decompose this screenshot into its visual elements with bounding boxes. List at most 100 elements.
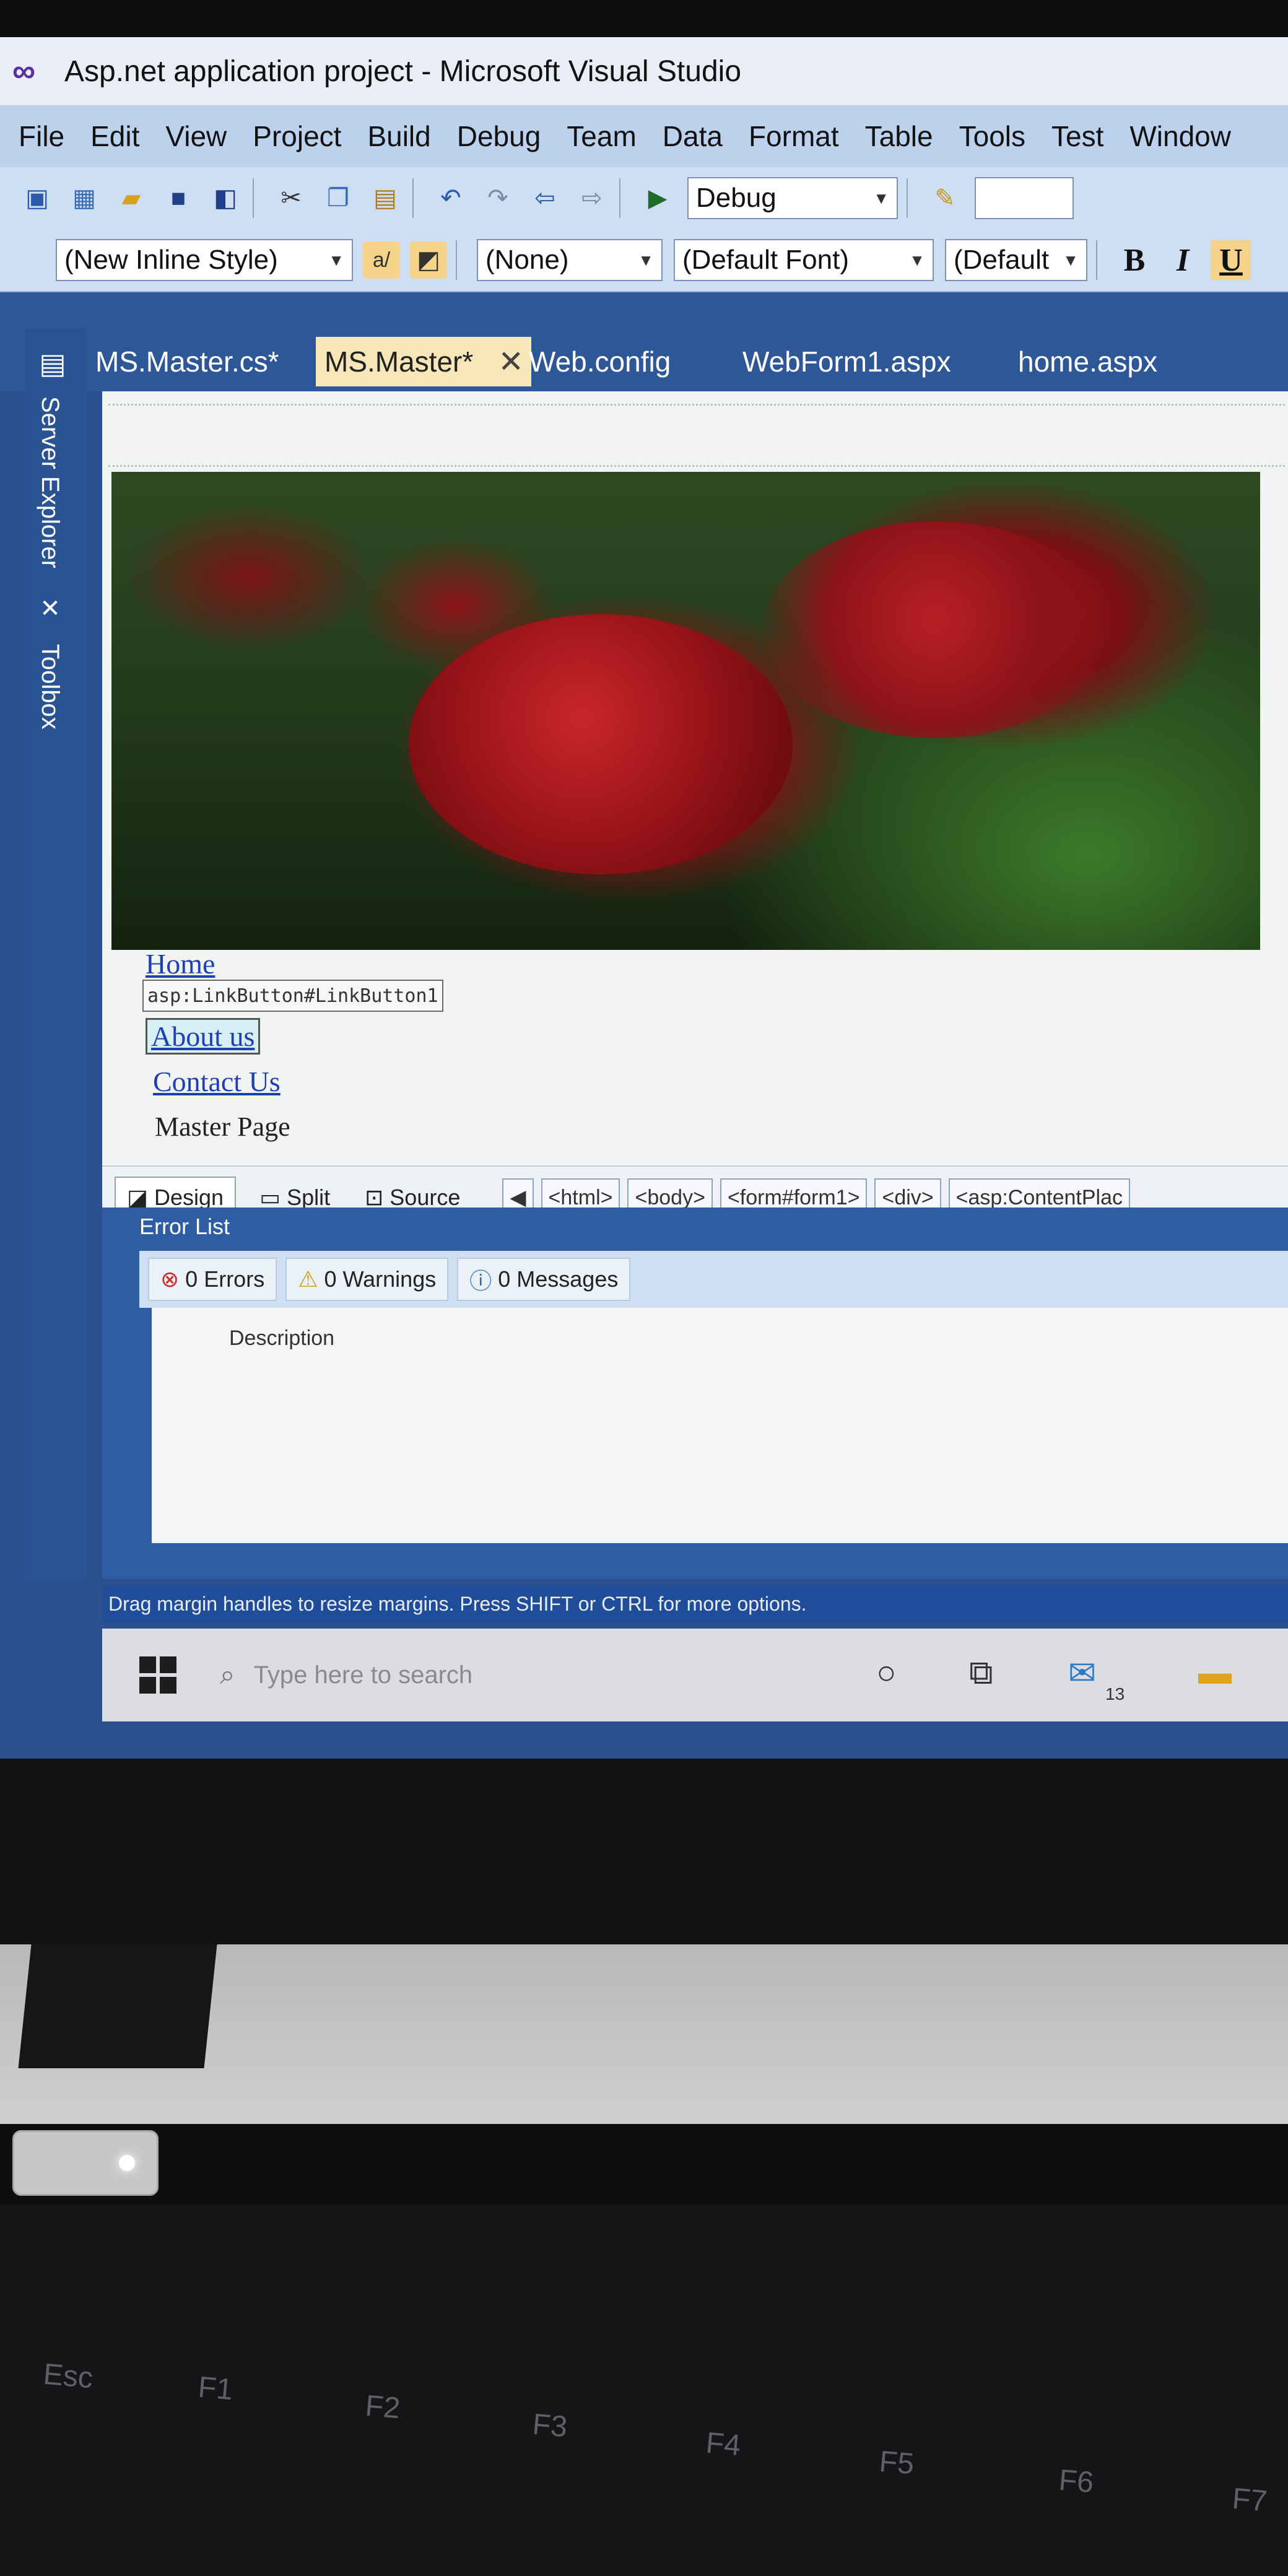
menu-view[interactable]: View xyxy=(165,120,227,153)
toolbar-separator xyxy=(456,240,457,280)
cut-icon[interactable]: ✂ xyxy=(272,180,310,217)
open-folder-icon[interactable]: ▰ xyxy=(113,180,150,217)
find-in-files-icon[interactable]: ✎ xyxy=(926,180,964,217)
messages-count: 0 Messages xyxy=(498,1266,619,1292)
navigate-forward-icon[interactable]: ⇨ xyxy=(573,180,611,217)
block-format-select[interactable]: (None) ▼ xyxy=(477,239,663,281)
mail-badge: 13 xyxy=(1105,1684,1125,1704)
design-surface[interactable]: Home asp:LinkButton#LinkButton1 About us… xyxy=(102,391,1288,1252)
menu-tools[interactable]: Tools xyxy=(959,120,1025,153)
search-icon[interactable]: ⌕ xyxy=(220,1660,235,1690)
save-icon[interactable]: ■ xyxy=(160,180,197,217)
messages-filter-button[interactable]: ⓘ 0 Messages xyxy=(457,1258,631,1301)
monitor-screen: ∞ Asp.net application project - Microsof… xyxy=(0,37,1288,1759)
copy-icon[interactable]: ❐ xyxy=(320,180,357,217)
save-all-icon[interactable]: ◧ xyxy=(207,180,244,217)
warnings-count: 0 Warnings xyxy=(324,1266,437,1292)
key-f4[interactable]: F4 xyxy=(705,2426,742,2463)
menu-format[interactable]: Format xyxy=(749,120,839,153)
windows-start-icon[interactable] xyxy=(139,1656,176,1694)
source-icon: ⊡ xyxy=(365,1185,384,1210)
tab-web-config[interactable]: Web.config xyxy=(520,337,679,386)
menu-build[interactable]: Build xyxy=(367,120,430,153)
errors-filter-button[interactable]: ⊗ 0 Errors xyxy=(148,1258,277,1301)
start-debugging-icon[interactable]: ▶ xyxy=(639,180,676,217)
taskbar-search-input[interactable]: Type here to search xyxy=(254,1661,473,1689)
key-f3[interactable]: F3 xyxy=(531,2408,569,2445)
master-page-label: Master Page xyxy=(155,1112,290,1142)
task-view-icon[interactable]: ⧉ xyxy=(969,1653,993,1692)
windows-taskbar: ⌕ Type here to search ○ ⧉ ✉ 13 ▬ xyxy=(102,1629,1288,1721)
toolbar-separator xyxy=(907,178,908,218)
error-list-panel: Error List ⊗ 0 Errors ⚠ 0 Warnings ⓘ 0 M… xyxy=(102,1208,1288,1579)
status-bar: Drag margin handles to resize margins. P… xyxy=(102,1585,1288,1622)
tab-label: Web.config xyxy=(529,346,671,378)
toolbar-separator xyxy=(253,178,254,218)
menu-debug[interactable]: Debug xyxy=(457,120,541,153)
mail-icon[interactable]: ✉ xyxy=(1068,1653,1096,1692)
warnings-filter-button[interactable]: ⚠ 0 Warnings xyxy=(285,1258,449,1301)
key-f2[interactable]: F2 xyxy=(364,2389,402,2426)
element-tag-hint: asp:LinkButton#LinkButton1 xyxy=(142,980,443,1012)
status-text: Drag margin handles to resize margins. P… xyxy=(108,1592,807,1615)
hinge-shadow xyxy=(18,1944,217,2068)
menu-file[interactable]: File xyxy=(19,120,64,153)
formatting-toolbar: (New Inline Style) ▼ a/ ◩ (None) ▼ (Defa… xyxy=(0,229,1288,292)
bold-button[interactable]: B xyxy=(1115,240,1154,280)
tab-label: home.aspx xyxy=(1018,346,1158,378)
tab-home[interactable]: home.aspx xyxy=(1009,337,1166,386)
italic-button[interactable]: I xyxy=(1163,240,1203,280)
tab-label: MS.Master.cs* xyxy=(95,346,279,378)
key-f5[interactable]: F5 xyxy=(878,2445,916,2482)
chevron-down-icon: ▼ xyxy=(873,188,889,207)
home-link[interactable]: Home xyxy=(146,947,215,980)
error-list-title: Error List xyxy=(139,1214,230,1239)
menu-data[interactable]: Data xyxy=(663,120,723,153)
toolbox-icon: ✕ xyxy=(37,594,64,623)
tab-ms-master-cs[interactable]: MS.Master.cs* xyxy=(87,337,288,386)
power-button[interactable] xyxy=(12,2130,159,2196)
underline-button[interactable]: U xyxy=(1211,240,1251,280)
add-item-icon[interactable]: ▦ xyxy=(66,180,103,217)
target-rule-select[interactable]: (New Inline Style) ▼ xyxy=(56,239,353,281)
tab-label: WebForm1.aspx xyxy=(742,346,951,378)
design-icon: ◪ xyxy=(127,1185,149,1210)
navigate-backward-icon[interactable]: ⇦ xyxy=(526,180,564,217)
tab-ms-master[interactable]: MS.Master* ✕ xyxy=(316,337,531,386)
source-view-label: Source xyxy=(389,1185,461,1210)
menu-test[interactable]: Test xyxy=(1051,120,1103,153)
rose-shape xyxy=(762,521,1108,738)
attach-style-sheet-icon[interactable]: ◩ xyxy=(410,242,447,279)
about-us-link[interactable]: About us xyxy=(146,1018,261,1055)
cortana-icon[interactable]: ○ xyxy=(876,1653,897,1692)
undo-icon[interactable]: ↶ xyxy=(432,180,469,217)
tab-label: MS.Master* xyxy=(324,346,474,378)
menu-project[interactable]: Project xyxy=(253,120,341,153)
contact-us-link[interactable]: Contact Us xyxy=(153,1065,281,1098)
menu-window[interactable]: Window xyxy=(1129,120,1231,153)
key-f6[interactable]: F6 xyxy=(1058,2463,1095,2500)
server-explorer-tab[interactable]: Server Explorer xyxy=(36,396,64,568)
apply-new-style-icon[interactable]: a/ xyxy=(363,242,400,279)
menu-edit[interactable]: Edit xyxy=(90,120,139,153)
key-esc[interactable]: Esc xyxy=(42,2357,95,2396)
file-explorer-icon[interactable]: ▬ xyxy=(1198,1653,1232,1692)
key-f7[interactable]: F7 xyxy=(1231,2482,1269,2519)
find-box[interactable] xyxy=(975,177,1074,219)
font-name-select[interactable]: (Default Font) ▼ xyxy=(674,239,934,281)
key-f1[interactable]: F1 xyxy=(197,2370,235,2408)
paste-icon[interactable]: ▤ xyxy=(367,180,404,217)
solution-configuration-select[interactable]: Debug ▼ xyxy=(687,177,898,219)
tab-webform1[interactable]: WebForm1.aspx xyxy=(734,337,960,386)
description-column-header[interactable]: Description xyxy=(229,1326,334,1351)
power-led-icon xyxy=(119,2155,135,2171)
window-title: Asp.net application project - Microsoft … xyxy=(64,54,742,88)
new-project-icon[interactable]: ▣ xyxy=(19,180,56,217)
menu-table[interactable]: Table xyxy=(865,120,933,153)
menu-team[interactable]: Team xyxy=(567,120,636,153)
redo-icon[interactable]: ↷ xyxy=(479,180,516,217)
visual-studio-infinity-icon: ∞ xyxy=(12,53,36,89)
font-size-select[interactable]: (Default ▼ xyxy=(945,239,1087,281)
toolbar-separator xyxy=(1096,240,1097,280)
toolbox-tab[interactable]: Toolbox xyxy=(36,644,64,729)
